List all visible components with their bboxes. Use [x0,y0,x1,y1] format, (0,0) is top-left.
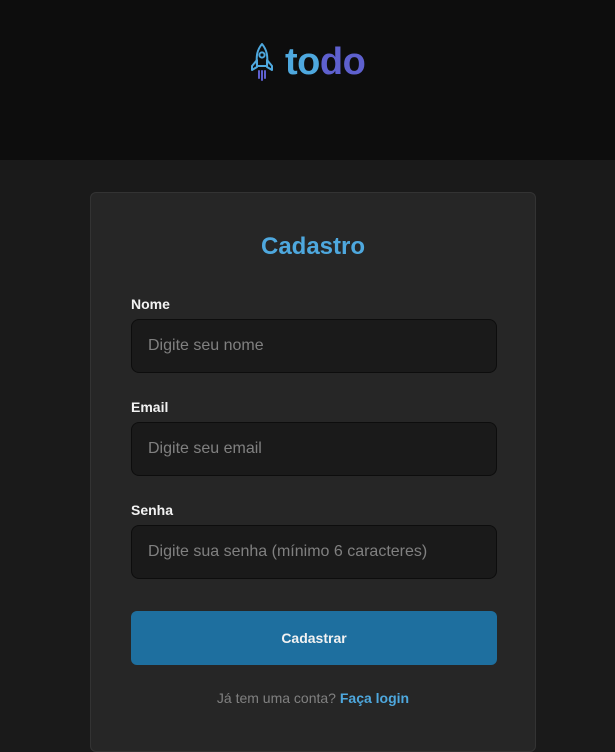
email-input[interactable] [131,422,497,476]
password-label: Senha [131,502,174,518]
signup-button[interactable]: Cadastrar [131,611,497,665]
email-label: Email [131,399,169,415]
logo: todo [249,41,366,83]
name-label: Nome [131,296,170,312]
name-input[interactable] [131,319,497,373]
form-title: Cadastro [260,233,366,260]
signup-card: Cadastro Nome Email Senha Cadastrar Já t… [90,192,536,752]
logo-text-to: to [285,41,320,83]
app-header: todo [0,0,615,160]
password-input[interactable] [131,525,497,579]
rocket-icon [251,43,273,81]
login-link[interactable]: Faça login [340,690,409,706]
login-prompt: Já tem uma conta? Faça login [91,689,535,707]
logo-text: todo [285,41,366,83]
login-prompt-text: Já tem uma conta? [216,690,336,706]
logo-text-do: do [319,41,366,83]
